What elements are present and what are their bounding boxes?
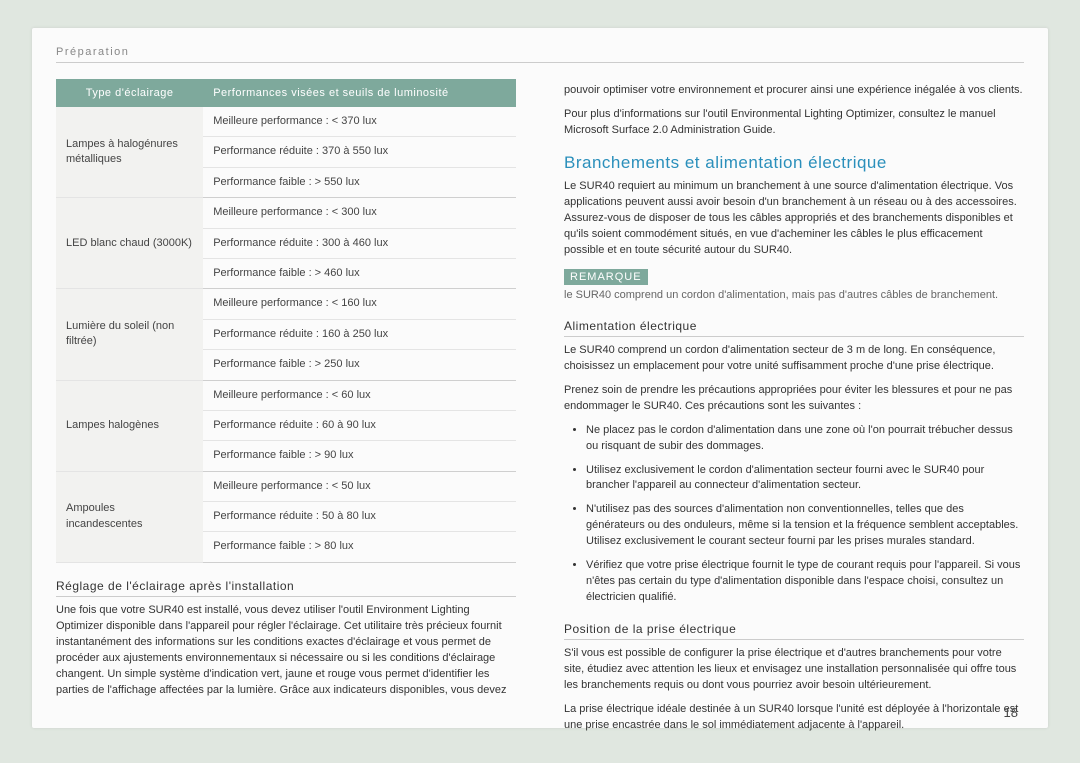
heading-branchements: Branchements et alimentation électrique (564, 153, 1024, 173)
subhead-alimentation: Alimentation électrique (564, 319, 1024, 337)
subhead-reglage: Réglage de l'éclairage après l'installat… (56, 579, 516, 597)
table-header-perf: Performances visées et seuils de luminos… (203, 79, 516, 107)
power-bullets: Ne placez pas le cordon d'alimentation d… (564, 423, 1024, 606)
para-power2: Prenez soin de prendre les précautions a… (564, 383, 1024, 415)
right-column: pouvoir optimiser votre environnement et… (564, 79, 1024, 742)
table-perf-cell: Performance réduite : 300 à 460 lux (203, 228, 516, 258)
para-power1: Le SUR40 comprend un cordon d'alimentati… (564, 343, 1024, 375)
list-item: Vérifiez que votre prise électrique four… (586, 558, 1024, 606)
table-perf-cell: Performance réduite : 50 à 80 lux (203, 502, 516, 532)
table-perf-cell: Meilleure performance : < 160 lux (203, 289, 516, 319)
lighting-table: Type d'éclairage Performances visées et … (56, 79, 516, 563)
table-perf-cell: Performance faible : > 250 lux (203, 350, 516, 380)
table-type-cell: Ampoules incandescentes (56, 471, 203, 562)
table-perf-cell: Meilleure performance : < 300 lux (203, 198, 516, 228)
list-item: N'utilisez pas des sources d'alimentatio… (586, 502, 1024, 550)
table-perf-cell: Performance faible : > 90 lux (203, 441, 516, 471)
list-item: Ne placez pas le cordon d'alimentation d… (586, 423, 1024, 455)
para-main: Le SUR40 requiert au minimum un branchem… (564, 179, 1024, 259)
para-intro1: pouvoir optimiser votre environnement et… (564, 83, 1024, 99)
table-perf-cell: Meilleure performance : < 370 lux (203, 107, 516, 137)
note-badge: REMARQUE (564, 269, 648, 285)
table-perf-cell: Performance faible : > 550 lux (203, 167, 516, 197)
table-perf-cell: Performance faible : > 80 lux (203, 532, 516, 562)
para-reglage: Une fois que votre SUR40 est installé, v… (56, 603, 516, 699)
breadcrumb: Préparation (56, 46, 1024, 63)
table-perf-cell: Performance réduite : 160 à 250 lux (203, 319, 516, 349)
table-perf-cell: Meilleure performance : < 60 lux (203, 380, 516, 410)
para-outlet1: S'il vous est possible de configurer la … (564, 646, 1024, 694)
para-outlet2: La prise électrique idéale destinée à un… (564, 702, 1024, 734)
table-type-cell: Lampes halogènes (56, 380, 203, 471)
table-type-cell: LED blanc chaud (3000K) (56, 198, 203, 289)
table-perf-cell: Meilleure performance : < 50 lux (203, 471, 516, 501)
subhead-position: Position de la prise électrique (564, 622, 1024, 640)
para-intro2: Pour plus d'informations sur l'outil Env… (564, 107, 1024, 139)
table-type-cell: Lampes à halogénures métalliques (56, 107, 203, 198)
table-perf-cell: Performance réduite : 60 à 90 lux (203, 410, 516, 440)
left-column: Type d'éclairage Performances visées et … (56, 79, 516, 742)
note-text: le SUR40 comprend un cordon d'alimentati… (564, 288, 1024, 303)
table-header-type: Type d'éclairage (56, 79, 203, 107)
list-item: Utilisez exclusivement le cordon d'alime… (586, 463, 1024, 495)
table-perf-cell: Performance faible : > 460 lux (203, 258, 516, 288)
table-perf-cell: Performance réduite : 370 à 550 lux (203, 137, 516, 167)
table-type-cell: Lumière du soleil (non filtrée) (56, 289, 203, 380)
page-number: 18 (1004, 705, 1018, 720)
